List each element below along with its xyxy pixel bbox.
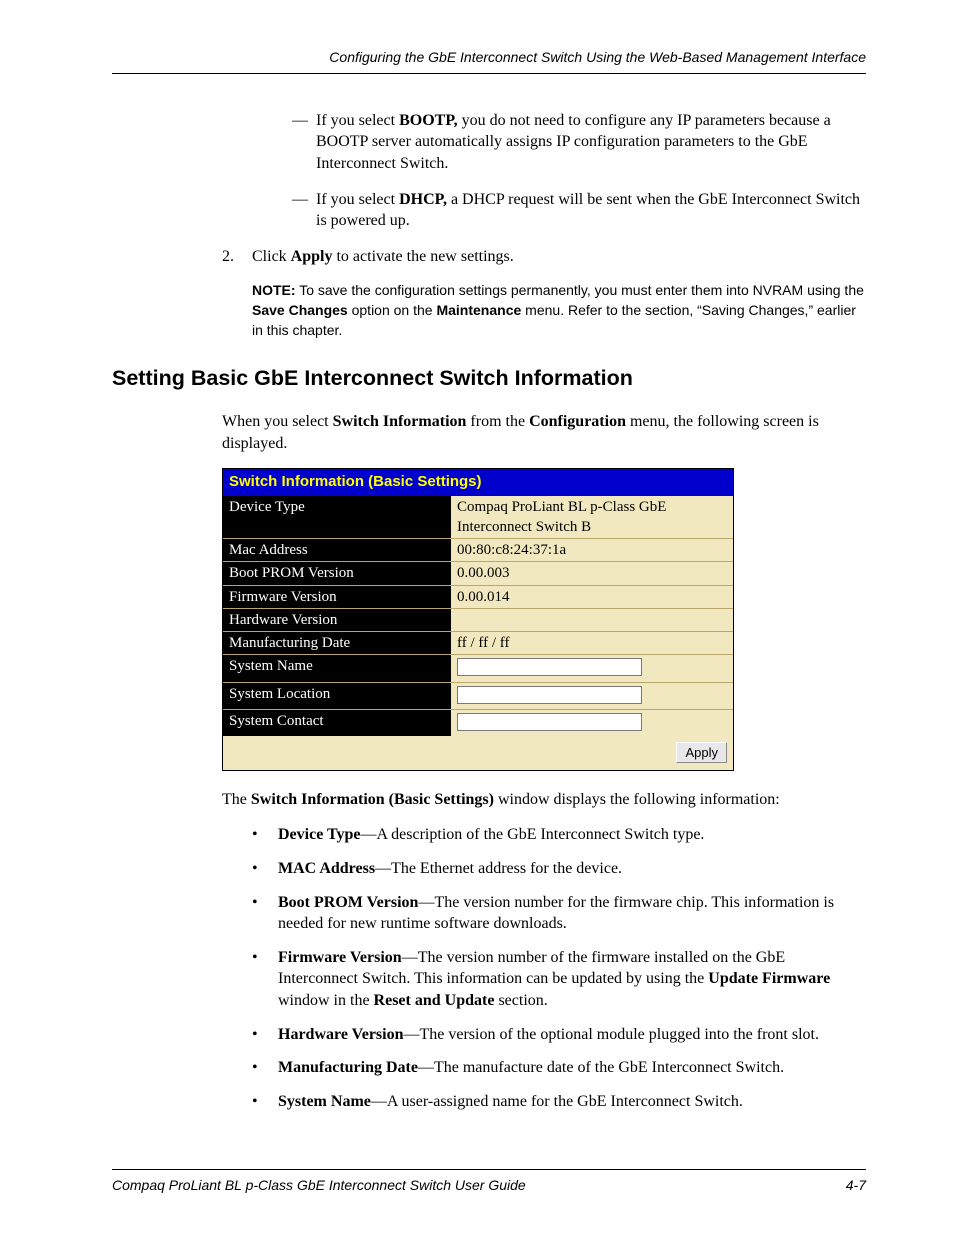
text-bold: BOOTP, <box>399 112 458 129</box>
dash-icon: — <box>292 189 316 232</box>
text-bold: DHCP, <box>399 191 447 208</box>
panel-row-value: 0.00.014 <box>451 585 733 608</box>
bullet-icon: • <box>252 892 278 935</box>
panel-row-label: Mac Address <box>223 539 451 562</box>
list-item: •Device Type—A description of the GbE In… <box>252 824 866 846</box>
panel-row-value <box>451 655 733 682</box>
bullet-icon: • <box>252 1024 278 1046</box>
list-item-text: Manufacturing Date—The manufacture date … <box>278 1057 866 1079</box>
info-list: •Device Type—A description of the GbE In… <box>222 824 866 1112</box>
list-item: •Firmware Version—The version number of … <box>252 947 866 1012</box>
list-item: •Manufacturing Date—The manufacture date… <box>252 1057 866 1079</box>
text-bold: Maintenance <box>436 302 521 318</box>
text: option on the <box>348 302 437 318</box>
list-item: •Hardware Version—The version of the opt… <box>252 1024 866 1046</box>
list-item-text: System Name—A user-assigned name for the… <box>278 1091 866 1113</box>
list-item-text: Hardware Version—The version of the opti… <box>278 1024 866 1046</box>
intro-paragraph: When you select Switch Information from … <box>222 411 866 454</box>
panel-row-value: ff / ff / ff <box>451 632 733 655</box>
text: The <box>222 791 251 808</box>
panel-row-value: 0.00.003 <box>451 562 733 585</box>
footer-left: Compaq ProLiant BL p-Class GbE Interconn… <box>112 1176 526 1195</box>
text: to activate the new settings. <box>332 248 513 265</box>
note-label: NOTE: <box>252 282 296 298</box>
dash-icon: — <box>292 110 316 175</box>
list-item-text: MAC Address—The Ethernet address for the… <box>278 858 866 880</box>
page-header: Configuring the GbE Interconnect Switch … <box>112 48 866 74</box>
panel-title: Switch Information (Basic Settings) <box>223 469 733 495</box>
panel-text-input[interactable] <box>457 686 642 704</box>
panel-row-label: Device Type <box>223 496 451 539</box>
footer-right: 4-7 <box>846 1176 866 1195</box>
section-heading: Setting Basic GbE Interconnect Switch In… <box>112 364 866 393</box>
text: Click <box>252 248 291 265</box>
list-item-text: Device Type—A description of the GbE Int… <box>278 824 866 846</box>
bullet-icon: • <box>252 947 278 1012</box>
panel-text-input[interactable] <box>457 658 642 676</box>
panel-row-label: System Name <box>223 655 451 682</box>
list-item: •Boot PROM Version—The version number fo… <box>252 892 866 935</box>
bullet-icon: • <box>252 1091 278 1113</box>
panel-row-label: Firmware Version <box>223 585 451 608</box>
list-item: •MAC Address—The Ethernet address for th… <box>252 858 866 880</box>
panel-row-label: System Contact <box>223 709 451 736</box>
text: If you select <box>316 112 399 129</box>
list-item: •System Name—A user-assigned name for th… <box>252 1091 866 1113</box>
note-block: NOTE: To save the configuration settings… <box>252 281 866 340</box>
text: When you select <box>222 413 333 430</box>
bullet-icon: • <box>252 858 278 880</box>
text: If you select <box>316 191 399 208</box>
text-bold: Switch Information (Basic Settings) <box>251 791 494 808</box>
panel-row-value <box>451 608 733 631</box>
step-number: 2. <box>222 246 252 268</box>
panel-row-label: Boot PROM Version <box>223 562 451 585</box>
apply-button[interactable]: Apply <box>676 742 727 763</box>
panel-row-label: System Location <box>223 682 451 709</box>
switch-info-panel: Switch Information (Basic Settings) Devi… <box>222 468 734 770</box>
panel-row-value: 00:80:c8:24:37:1a <box>451 539 733 562</box>
sub-item-dhcp: — If you select DHCP, a DHCP request wil… <box>292 189 866 232</box>
step-2: 2. Click Apply to activate the new setti… <box>222 246 866 268</box>
text: window displays the following informatio… <box>494 791 780 808</box>
text: from the <box>466 413 529 430</box>
text-bold: Switch Information <box>333 413 467 430</box>
panel-table: Device TypeCompaq ProLiant BL p-Class Gb… <box>223 496 733 737</box>
panel-text-input[interactable] <box>457 713 642 731</box>
sub-item-bootp: — If you select BOOTP, you do not need t… <box>292 110 866 175</box>
text-bold: Save Changes <box>252 302 348 318</box>
post-panel-paragraph: The Switch Information (Basic Settings) … <box>222 789 866 811</box>
panel-row-label: Manufacturing Date <box>223 632 451 655</box>
panel-row-label: Hardware Version <box>223 608 451 631</box>
bullet-icon: • <box>252 1057 278 1079</box>
bullet-icon: • <box>252 824 278 846</box>
text: To save the configuration settings perma… <box>296 282 864 298</box>
list-item-text: Boot PROM Version—The version number for… <box>278 892 866 935</box>
text-bold: Apply <box>291 248 333 265</box>
panel-row-value: Compaq ProLiant BL p-Class GbE Interconn… <box>451 496 733 539</box>
list-item-text: Firmware Version—The version number of t… <box>278 947 866 1012</box>
panel-row-value <box>451 682 733 709</box>
page-footer: Compaq ProLiant BL p-Class GbE Interconn… <box>112 1169 866 1195</box>
panel-row-value <box>451 709 733 736</box>
text-bold: Configuration <box>529 413 626 430</box>
